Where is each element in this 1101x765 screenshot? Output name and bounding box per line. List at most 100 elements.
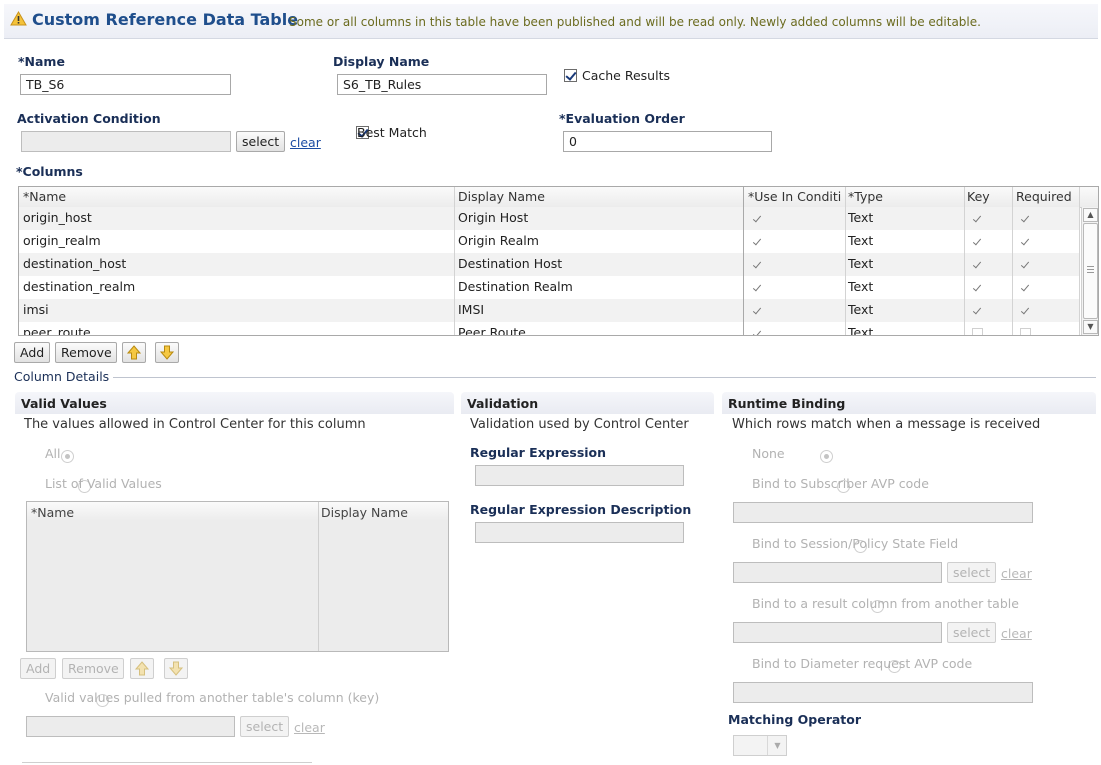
valid-values-header-name: *Name <box>31 505 75 520</box>
move-up-button[interactable] <box>122 342 146 363</box>
cell-type[interactable]: Text <box>848 210 873 225</box>
result-clear-link[interactable]: clear <box>1001 626 1032 641</box>
cell-display-name[interactable]: Destination Realm <box>458 279 573 294</box>
valid-values-add-button[interactable]: Add <box>20 658 56 679</box>
table-row[interactable]: Text <box>744 276 1080 299</box>
chevron-down-icon: ▼ <box>767 736 787 755</box>
use-in-condition-checkbox[interactable] <box>752 329 762 335</box>
matching-operator-select[interactable]: ▼ <box>733 735 787 756</box>
table-row[interactable]: destination_host Destination Host <box>19 253 743 276</box>
scroll-thumb[interactable] <box>1083 223 1098 319</box>
use-in-condition-checkbox[interactable] <box>752 237 762 247</box>
pulled-select-button[interactable]: select <box>240 716 289 737</box>
session-field-input[interactable] <box>733 562 942 583</box>
cell-name[interactable]: destination_host <box>23 256 126 271</box>
cache-results-checkbox[interactable] <box>564 69 577 82</box>
pulled-clear-link[interactable]: clear <box>294 720 325 735</box>
cell-name[interactable]: imsi <box>23 302 49 317</box>
col-header-name[interactable]: *Name <box>23 189 66 204</box>
arrow-up-icon <box>126 345 142 360</box>
radio-all[interactable] <box>61 450 75 463</box>
read-only-notice: Some or all columns in this table have b… <box>289 15 981 29</box>
use-in-condition-checkbox[interactable] <box>752 260 762 270</box>
table-row[interactable]: origin_realm Origin Realm <box>19 230 743 253</box>
result-column-input[interactable] <box>733 622 942 643</box>
cell-type[interactable]: Text <box>848 279 873 294</box>
valid-values-remove-button[interactable]: Remove <box>62 658 124 679</box>
radio-none[interactable] <box>819 450 833 463</box>
required-checkbox[interactable] <box>1020 306 1030 316</box>
required-checkbox[interactable] <box>1020 237 1030 247</box>
cell-type[interactable]: Text <box>848 302 873 317</box>
column-details-divider <box>113 377 1096 378</box>
scroll-up-arrow-icon[interactable]: ▲ <box>1083 208 1098 222</box>
session-select-button[interactable]: select <box>947 562 996 583</box>
cell-name[interactable]: origin_host <box>23 210 92 225</box>
col-header-required[interactable]: Required <box>1016 189 1072 204</box>
evaluation-order-input[interactable]: 0 <box>563 131 772 152</box>
required-checkbox[interactable] <box>1020 260 1030 270</box>
remove-column-button[interactable]: Remove <box>55 342 117 363</box>
required-checkbox[interactable] <box>1020 283 1030 293</box>
table-row[interactable]: Text <box>744 230 1080 253</box>
col-header-display-name[interactable]: Display Name <box>458 189 545 204</box>
cell-type[interactable]: Text <box>848 233 873 248</box>
table-row[interactable]: Text <box>744 253 1080 276</box>
add-column-button[interactable]: Add <box>14 342 50 363</box>
use-in-condition-checkbox[interactable] <box>752 214 762 224</box>
use-in-condition-checkbox[interactable] <box>752 306 762 316</box>
col-header-type[interactable]: *Type <box>848 189 883 204</box>
table-row[interactable]: destination_realm Destination Realm <box>19 276 743 299</box>
columns-grid-right: *Use In Conditi *Type Key Required Text T… <box>743 186 1099 336</box>
cell-name[interactable]: origin_realm <box>23 233 101 248</box>
key-checkbox[interactable] <box>972 283 982 293</box>
name-input[interactable]: TB_S6 <box>20 74 231 95</box>
key-checkbox[interactable] <box>972 214 982 224</box>
display-name-input[interactable]: S6_TB_Rules <box>337 74 547 95</box>
cell-display-name[interactable]: Origin Realm <box>458 233 539 248</box>
regex-description-input[interactable] <box>475 522 684 543</box>
cell-type[interactable]: Text <box>848 325 873 335</box>
validation-title: Validation <box>467 396 539 411</box>
cell-name[interactable]: destination_realm <box>23 279 135 294</box>
columns-scrollbar[interactable]: ▲ ▼ <box>1081 207 1098 335</box>
cell-display-name[interactable]: Destination Host <box>458 256 562 271</box>
runtime-binding-header: Runtime Binding <box>722 392 1096 414</box>
required-checkbox[interactable] <box>1020 328 1031 335</box>
cell-display-name[interactable]: Origin Host <box>458 210 528 225</box>
session-clear-link[interactable]: clear <box>1001 566 1032 581</box>
key-checkbox[interactable] <box>972 328 983 335</box>
cell-display-name[interactable]: IMSI <box>458 302 484 317</box>
regex-input[interactable] <box>475 465 684 486</box>
valid-values-title: Valid Values <box>21 396 107 411</box>
valid-values-move-up-button[interactable] <box>130 658 154 679</box>
cell-type[interactable]: Text <box>848 256 873 271</box>
table-row[interactable]: Text <box>744 207 1080 230</box>
pulled-table-input[interactable] <box>26 716 235 737</box>
scroll-down-arrow-icon[interactable]: ▼ <box>1083 320 1098 334</box>
table-row[interactable]: Text <box>744 322 1080 335</box>
key-checkbox[interactable] <box>972 260 982 270</box>
use-in-condition-checkbox[interactable] <box>752 283 762 293</box>
table-row[interactable]: peer_route Peer Route <box>19 322 743 335</box>
grid-header-right: *Use In Conditi *Type Key Required <box>744 187 1098 208</box>
table-row[interactable]: Text <box>744 299 1080 322</box>
evaluation-order-label: *Evaluation Order <box>559 111 685 126</box>
cell-display-name[interactable]: Peer Route <box>458 325 526 335</box>
key-checkbox[interactable] <box>972 237 982 247</box>
activation-condition-input[interactable] <box>21 131 231 152</box>
col-header-use-in-condition[interactable]: *Use In Conditi <box>748 189 846 204</box>
subscriber-avp-input[interactable] <box>733 502 1033 523</box>
table-row[interactable]: imsi IMSI <box>19 299 743 322</box>
table-row[interactable]: origin_host Origin Host <box>19 207 743 230</box>
activation-clear-link[interactable]: clear <box>290 135 321 150</box>
valid-values-move-down-button[interactable] <box>164 658 188 679</box>
diameter-avp-input[interactable] <box>733 682 1033 703</box>
required-checkbox[interactable] <box>1020 214 1030 224</box>
col-header-key[interactable]: Key <box>967 189 990 204</box>
key-checkbox[interactable] <box>972 306 982 316</box>
cell-name[interactable]: peer_route <box>23 325 91 335</box>
result-select-button[interactable]: select <box>947 622 996 643</box>
activation-select-button[interactable]: select <box>236 131 285 152</box>
move-down-button[interactable] <box>155 342 179 363</box>
